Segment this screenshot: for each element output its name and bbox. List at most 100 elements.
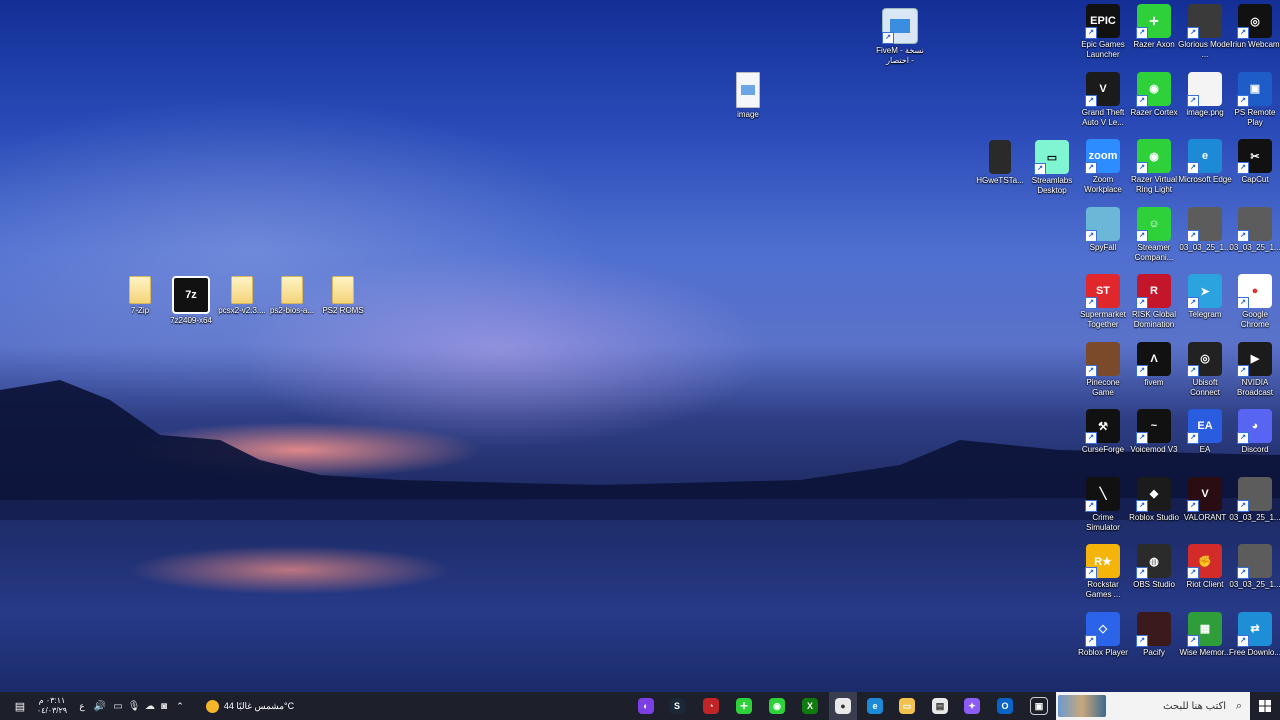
desktop-shortcut[interactable]: V ↗ VALORANT (1179, 476, 1231, 523)
onedrive-tray[interactable]: ☁ (144, 692, 156, 720)
app-tray-icon[interactable]: ◙ (158, 692, 170, 720)
desktop-shortcut-label: Razer Axon (1133, 40, 1175, 49)
weather-widget[interactable]: مشمس غالبًا 44°C (200, 692, 300, 720)
desktop-shortcut-label: Roblox Player (1078, 647, 1128, 657)
file-explorer-taskbar-button[interactable]: ▭ (893, 692, 921, 720)
app-icon: EPIC ↗ (1085, 4, 1120, 39)
notifications-button[interactable]: ▤ (10, 692, 30, 720)
app-icon: ➤ ↗ (1187, 274, 1222, 309)
desktop-shortcut[interactable]: ◇ ↗ Roblox Player (1077, 611, 1129, 658)
desktop-shortcut[interactable]: ◍ ↗ OBS Studio (1128, 544, 1180, 590)
desktop-shortcut[interactable]: ↗ 03_03_25_1... (1229, 476, 1280, 523)
desktop-shortcut[interactable]: Λ ↗ fivem (1128, 341, 1180, 388)
desktop-shortcut[interactable]: ◎ ↗ Iriun Webcam (1229, 4, 1280, 50)
desktop-shortcut[interactable]: ST ↗ Supermarket Together (1077, 274, 1129, 330)
shortcut-arrow-icon: ↗ (1237, 27, 1249, 39)
desktop-shortcut[interactable]: ↗ image.png (1179, 71, 1231, 118)
folder-icon (231, 276, 253, 304)
desktop-shortcut[interactable]: e ↗ Microsoft Edge (1178, 139, 1232, 185)
desktop-shortcut[interactable]: ↗ Pinecone Game (1077, 341, 1129, 398)
desktop-shortcut[interactable]: ↗ 03_03_25_1... (1229, 544, 1280, 590)
desktop-shortcut[interactable]: EPIC ↗ Epic Games Launcher (1077, 4, 1129, 60)
desktop-item-label: pcsx2-v2.3.... (218, 306, 266, 315)
microphone-tray[interactable]: 🎙 (128, 692, 141, 720)
folder-icon (129, 276, 151, 304)
desktop-shortcut[interactable]: ▣ ↗ PS Remote Play (1229, 71, 1280, 128)
shortcut-arrow-icon: ↗ (1187, 499, 1199, 512)
razer-cortex-taskbar-button[interactable]: ◉ (763, 692, 791, 720)
desktop-shortcut[interactable]: ⇄ ↗ Free Downlo... (1228, 611, 1280, 658)
desktop-shortcut[interactable]: ╲ ↗ Crime Simulator (1077, 476, 1129, 533)
desktop-shortcut-label: image.png (1186, 107, 1224, 117)
volume-tray[interactable]: 🔊 (94, 692, 106, 720)
app-3-taskbar-button[interactable]: ◔ (697, 692, 725, 720)
network-tray[interactable]: ▭ (112, 692, 124, 720)
edge-taskbar-button[interactable]: e (861, 692, 889, 720)
desktop-shortcut[interactable]: ● ↗ Google Chrome (1229, 274, 1280, 330)
desktop-shortcut[interactable]: ↗ 03_03_25_1... (1229, 206, 1280, 253)
app-1-taskbar-button[interactable]: ◐ (632, 692, 660, 720)
desktop-shortcut-label: VALORANT (1183, 512, 1227, 522)
desktop-shortcut[interactable]: ↗ Glorious Model ... (1178, 4, 1232, 60)
tray-overflow-button[interactable]: ⌃ (174, 692, 186, 720)
desktop-shortcut-label: CapCut (1241, 175, 1269, 184)
desktop-item-2[interactable]: 7z 7z2409-x64 (165, 276, 217, 326)
app-icon: ↗ (1237, 206, 1272, 242)
desktop-shortcut[interactable]: ◆ ↗ Roblox Studio (1128, 476, 1180, 523)
hgwe-file[interactable]: HGweTSTa... (974, 140, 1026, 186)
desktop-shortcut[interactable]: ◉ ↗ Razer Cortex (1128, 71, 1180, 118)
desktop-item-5[interactable]: PS2 ROMS (317, 276, 369, 316)
desktop-shortcut[interactable]: R ↗ RISK Global Domination (1128, 274, 1180, 330)
desktop-shortcut[interactable]: V ↗ Grand Theft Auto V Le... (1077, 71, 1129, 128)
desktop-shortcut[interactable]: ➤ ↗ Telegram (1179, 274, 1231, 320)
desktop-shortcut[interactable]: ↗ SpyFall (1077, 206, 1129, 253)
desktop-item-label: ps2-bios-a... (269, 306, 315, 315)
desktop-shortcut[interactable]: ▶ ↗ NVIDIA Broadcast (1229, 341, 1280, 398)
fivem-shortcut[interactable]: ↗ FiveM - نسخة اختصار - (872, 8, 928, 66)
desktop-shortcut[interactable]: ▦ ↗ Wise Memor... (1179, 611, 1231, 658)
start-button[interactable] (1250, 692, 1280, 720)
desktop-shortcut[interactable]: ✛ ↗ Razer Axon (1128, 4, 1180, 50)
image-file[interactable]: image (722, 72, 774, 120)
desktop-shortcut-label: Streamer Compani... (1134, 242, 1174, 262)
desktop-shortcut[interactable]: ~ ↗ Voicemod V3 (1128, 409, 1180, 455)
search-box[interactable]: اكتب هنا للبحث ⌕ (1056, 692, 1250, 720)
desktop-item-4[interactable]: ps2-bios-a... (266, 276, 318, 316)
desktop-item-3[interactable]: pcsx2-v2.3.... (216, 276, 268, 316)
desktop-shortcut-label: Free Downlo... (1228, 647, 1280, 657)
razer-taskbar-button[interactable]: ✛ (730, 692, 758, 720)
language-indicator[interactable]: ع (76, 692, 88, 720)
shortcut-arrow-icon: ↗ (1237, 94, 1249, 107)
streamlabs-desktop[interactable]: ▭ ↗ Streamlabs Desktop (1026, 140, 1078, 196)
shortcut-arrow-icon: ↗ (1136, 567, 1148, 579)
desktop-shortcut[interactable]: ☺ ↗ Streamer Compani... (1128, 206, 1180, 263)
desktop-shortcut[interactable]: ✊ ↗ Riot Client (1179, 544, 1231, 590)
desktop-shortcut[interactable]: ↗ Pacify (1128, 611, 1180, 658)
desktop-shortcut[interactable]: ◉ ↗ Razer Virtual Ring Light (1128, 139, 1180, 195)
app-icon: ⚒ ↗ (1085, 409, 1120, 444)
outlook-taskbar-button[interactable]: O (991, 692, 1019, 720)
shortcut-arrow-icon: ↗ (1136, 364, 1148, 377)
app-icon: ST ↗ (1085, 274, 1120, 309)
task-view-taskbar-button[interactable]: ▣ (1025, 692, 1053, 720)
desktop-shortcut[interactable]: ✂ ↗ CapCut (1229, 139, 1280, 185)
image-file-label: image (737, 110, 759, 119)
xbox-taskbar-button[interactable]: X (796, 692, 824, 720)
desktop-shortcut[interactable]: ◕ ↗ Discord (1229, 409, 1280, 455)
desktop-item-1[interactable]: 7-Zip (114, 276, 166, 316)
app-icon: ◍ ↗ (1136, 544, 1171, 579)
clock[interactable]: ٠٣:١١ م ٠٤/٠٣/٢٩ (30, 692, 74, 720)
desktop-shortcut[interactable]: zoom ↗ Zoom Workplace (1077, 139, 1129, 195)
desktop-shortcut[interactable]: ◎ ↗ Ubisoft Connect (1179, 341, 1231, 398)
shortcut-arrow-icon: ↗ (1136, 94, 1148, 107)
desktop-shortcut[interactable]: R★ ↗ Rockstar Games ... (1077, 544, 1129, 600)
chrome-taskbar-button[interactable]: ● (829, 692, 857, 720)
desktop-shortcut[interactable]: ↗ 03_03_25_1... (1179, 206, 1231, 253)
shortcut-arrow-icon: ↗ (1085, 364, 1097, 377)
desktop-shortcut[interactable]: EA ↗ EA (1179, 409, 1231, 455)
task-view-icon: ▣ (1030, 697, 1048, 715)
steam-taskbar-button[interactable]: S (663, 692, 691, 720)
desktop-shortcut[interactable]: ⚒ ↗ CurseForge (1077, 409, 1129, 455)
copilot-taskbar-button[interactable]: ✦ (958, 692, 986, 720)
store-taskbar-button[interactable]: ▤ (926, 692, 954, 720)
